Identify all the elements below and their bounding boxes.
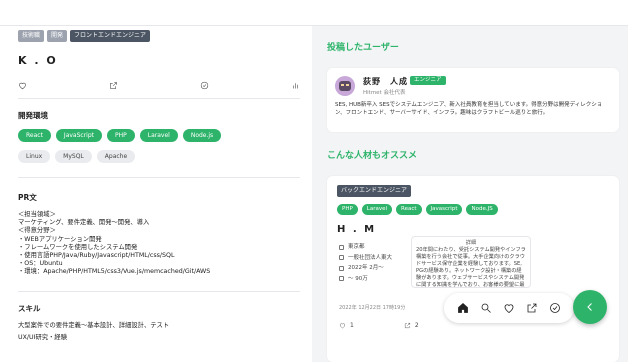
avatar bbox=[335, 76, 355, 96]
info-organization: 一般社団法人東大 bbox=[339, 253, 392, 264]
top-bar bbox=[0, 0, 628, 26]
skill-pill: Node.JS bbox=[466, 204, 498, 215]
check-circle-icon[interactable] bbox=[200, 81, 209, 90]
skill-pill: Node.js bbox=[182, 129, 222, 142]
skill-pill: Javascript bbox=[425, 204, 463, 215]
location-icon bbox=[339, 244, 344, 250]
env-primary-list: React JavaScript PHP Laravel Node.js bbox=[18, 129, 294, 142]
search-icon[interactable] bbox=[480, 302, 492, 314]
yen-icon bbox=[339, 276, 344, 282]
tool-pill: Linux bbox=[18, 150, 51, 163]
card-footer: 1 2 bbox=[339, 322, 419, 329]
env-secondary-list: Linux MySQL Apache bbox=[18, 150, 294, 163]
skill-item: 大型案件での要件定義〜基本設計、詳細設計、テスト bbox=[18, 321, 170, 329]
bar-chart-icon[interactable] bbox=[291, 81, 300, 90]
timestamp: 2022年 12月22日 17時19分 bbox=[339, 305, 406, 311]
divider bbox=[18, 177, 300, 178]
pr-title: PR文 bbox=[18, 193, 37, 202]
recommend-heading: こんな人材もオススメ bbox=[327, 151, 418, 161]
posted-heading: 投稿したユーザー bbox=[327, 43, 399, 53]
share-count: 2 bbox=[414, 322, 419, 329]
recommend-pills: PHP Laravel React Javascript Node.JS bbox=[337, 204, 498, 215]
like-count: 1 bbox=[350, 322, 354, 329]
skill-pill: Laravel bbox=[361, 204, 393, 215]
floating-toolbar bbox=[444, 293, 574, 323]
bubble-title: 詳細 bbox=[465, 240, 477, 246]
building-icon bbox=[339, 255, 344, 261]
share-button[interactable]: 2 bbox=[404, 322, 419, 329]
back-fab-button[interactable] bbox=[573, 290, 607, 324]
poster-badge: エンジニア bbox=[410, 76, 446, 85]
skill-pill: React bbox=[18, 129, 51, 142]
profile-panel: 技術職 開発 フロントエンドエンジニア K . O 開発環境 React Jav… bbox=[0, 26, 312, 362]
tag-role: フロントエンドエンジニア bbox=[70, 30, 151, 42]
info-location: 東京都 bbox=[339, 242, 392, 253]
tag-category: 技術職 bbox=[18, 30, 45, 42]
profile-actions bbox=[18, 81, 300, 90]
poster-company: Hitmet 会社代表 bbox=[363, 90, 406, 96]
skill-pill: PHP bbox=[337, 204, 358, 215]
heart-icon[interactable] bbox=[18, 81, 27, 90]
divider bbox=[18, 290, 300, 292]
skill-pill: React bbox=[396, 204, 422, 215]
divider bbox=[18, 98, 300, 99]
share-icon bbox=[404, 322, 410, 329]
recommend-card[interactable]: バックエンドエンジニア PHP Laravel React Javascript… bbox=[327, 176, 619, 362]
env-title: 開発環境 bbox=[18, 111, 48, 120]
tag-field: 開発 bbox=[47, 30, 68, 42]
skill-item: UX/UI研究・経験 bbox=[18, 333, 67, 341]
pr-body: ＜担当領域＞ マーケティング、要件定義、開発〜開発、導入 ＜得意分野＞ ・WEB… bbox=[18, 211, 211, 276]
like-button[interactable]: 1 bbox=[339, 322, 354, 329]
heart-icon bbox=[339, 323, 346, 329]
profile-name: K . O bbox=[18, 54, 58, 67]
skill-title: スキル bbox=[18, 303, 41, 313]
skill-pill: JavaScript bbox=[55, 129, 102, 142]
share-icon[interactable] bbox=[109, 81, 118, 90]
skill-pill: PHP bbox=[107, 129, 135, 142]
heart-icon[interactable] bbox=[503, 302, 515, 314]
tool-pill: MySQL bbox=[55, 150, 92, 163]
info-start-date: 2022年 2月〜 bbox=[339, 263, 392, 274]
skill-pill: Laravel bbox=[139, 129, 178, 142]
calendar-icon bbox=[339, 265, 344, 271]
recommend-tag: バックエンドエンジニア bbox=[337, 185, 412, 197]
tool-pill: Apache bbox=[96, 150, 136, 163]
share-icon[interactable] bbox=[526, 302, 538, 314]
profile-tags: 技術職 開発 フロントエンドエンジニア bbox=[18, 30, 294, 42]
bubble-text: 20年間にわたり、受託システム開発やインフラ構築を行う会社で従事。大手企業向けの… bbox=[416, 247, 526, 288]
chevron-left-icon bbox=[587, 303, 592, 311]
skill-list: 大型案件での要件定義〜基本設計、詳細設計、テスト UX/UI研究・経験 bbox=[18, 320, 294, 344]
info-salary: 〜 90万 bbox=[339, 274, 392, 285]
poster-card[interactable]: 荻野 人成 エンジニア Hitmet 会社代表 SES, HUB新卒入 SESで… bbox=[327, 68, 619, 132]
check-circle-icon[interactable] bbox=[549, 302, 561, 314]
poster-name: 荻野 人成 bbox=[363, 77, 408, 86]
home-icon[interactable] bbox=[457, 302, 469, 314]
detail-bubble: 詳細 20年間にわたり、受託システム開発やインフラ構築を行う会社で従事。大手企業… bbox=[411, 236, 531, 288]
poster-description: SES, HUB新卒入 SESでシステムエンジニア、新入社員教育を担当しています… bbox=[335, 102, 603, 116]
recommend-info: 東京都 一般社団法人東大 2022年 2月〜 〜 90万 bbox=[339, 242, 392, 284]
recommend-name: H . M bbox=[337, 224, 377, 235]
